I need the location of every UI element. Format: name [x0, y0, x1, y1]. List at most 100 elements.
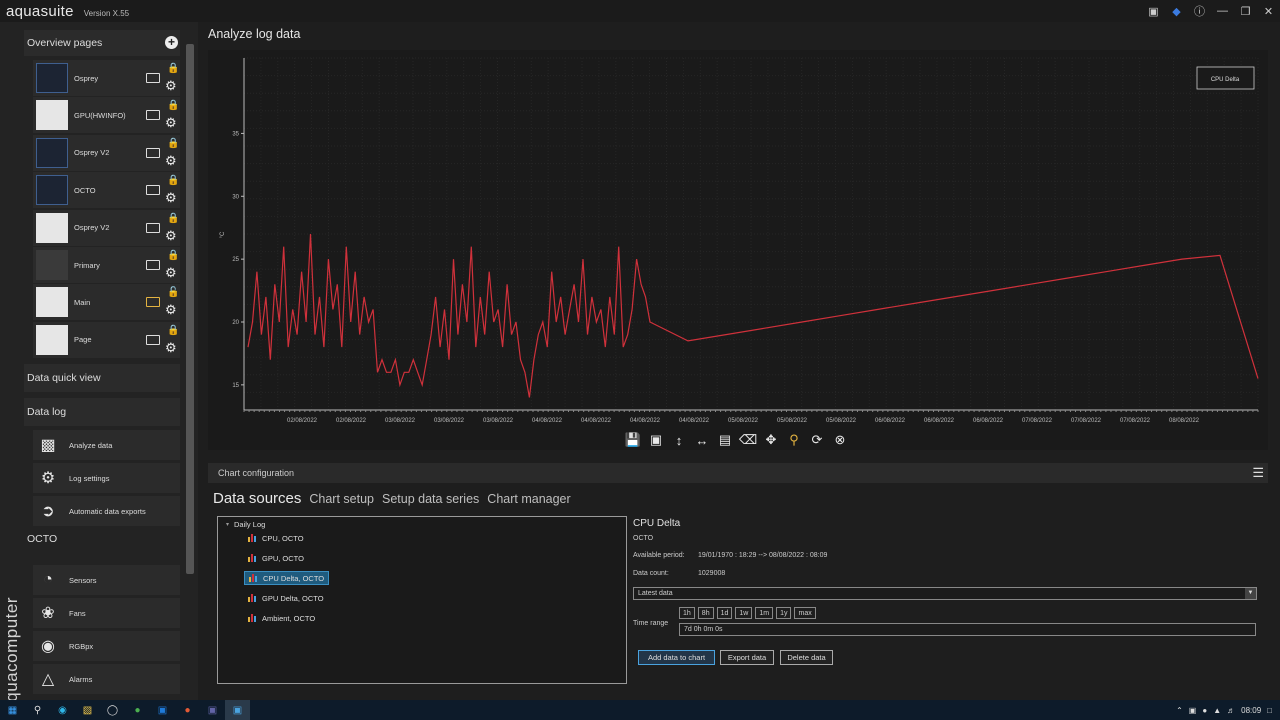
tree-root[interactable]: ▾ Daily Log: [226, 517, 265, 531]
windows-start-icon[interactable]: ▦: [0, 700, 25, 720]
tab-setup-data-series[interactable]: Setup data series: [382, 492, 479, 506]
document-icon[interactable]: ▤: [716, 431, 734, 449]
chart-svg[interactable]: 15 20 25 30 35 °C 02/08/2022 02/08/2022 03/08/20…: [208, 50, 1268, 430]
minimize-button[interactable]: —: [1211, 0, 1234, 22]
maximize-button[interactable]: ❐: [1234, 0, 1257, 22]
info-icon[interactable]: ⓘ: [1188, 0, 1211, 22]
lock-icon[interactable]: 🔒: [167, 175, 179, 186]
outlook-icon[interactable]: ▣: [150, 700, 175, 720]
monitor-icon[interactable]: [146, 110, 160, 121]
tree-item[interactable]: Ambient, OCTO: [248, 611, 315, 625]
monitor-icon[interactable]: [146, 185, 160, 196]
time-range-input[interactable]: 7d 0h 0m 0s: [679, 623, 1256, 636]
chrome-icon[interactable]: ●: [125, 700, 150, 720]
clear-icon[interactable]: ⌫: [739, 431, 757, 449]
teams-icon[interactable]: ▣: [200, 700, 225, 720]
gear-icon[interactable]: ⚙: [165, 190, 177, 206]
monitor-icon[interactable]: [146, 222, 160, 233]
time-1w-button[interactable]: 1w: [735, 607, 753, 619]
lock-icon[interactable]: 🔒: [167, 213, 179, 224]
close-button[interactable]: ✕: [1257, 0, 1280, 22]
chart-panel[interactable]: 15 20 25 30 35 °C 02/08/2022 02/08/2022 03/08/20…: [208, 50, 1268, 450]
tree-item[interactable]: CPU Delta, OCTO: [244, 571, 330, 585]
gear-icon[interactable]: ⚙: [165, 115, 177, 131]
lock-icon[interactable]: 🔒: [167, 250, 179, 261]
lock-icon[interactable]: 🔒: [167, 63, 179, 74]
data-log-header[interactable]: Data log: [24, 398, 180, 426]
gear-icon[interactable]: ⚙: [165, 302, 177, 318]
hamburger-menu-icon[interactable]: ☰: [1252, 465, 1264, 481]
pan-icon[interactable]: ✥: [762, 431, 780, 449]
microphone-icon[interactable]: ●: [1202, 706, 1207, 715]
monitor-icon[interactable]: [146, 260, 160, 270]
tree-item[interactable]: GPU Delta, OCTO: [248, 591, 324, 605]
lock-icon[interactable]: 🔒: [167, 138, 179, 149]
fit-horizontal-icon[interactable]: ↔: [693, 431, 711, 449]
time-1h-button[interactable]: 1h: [679, 607, 695, 619]
gear-icon[interactable]: ⚙: [165, 340, 177, 356]
monitor-icon[interactable]: [146, 297, 160, 308]
app-red-icon[interactable]: ●: [175, 700, 200, 720]
folder-icon[interactable]: ▧: [75, 700, 100, 720]
sidebar-item-overview-page[interactable]: GPU(HWINFO) 🔒 ⚙: [33, 97, 180, 134]
gear-icon[interactable]: ⚙: [165, 228, 177, 244]
tab-chart-setup[interactable]: Chart setup: [309, 492, 374, 506]
sidebar-item-automatic-data-exports[interactable]: ➲ Automatic data exports: [33, 496, 180, 526]
volume-icon[interactable]: ♬: [1227, 706, 1235, 715]
data-quick-view-header[interactable]: Data quick view: [24, 364, 180, 392]
time-1y-button[interactable]: 1y: [776, 607, 792, 619]
time-8h-button[interactable]: 8h: [697, 607, 714, 619]
sidebar-item-overview-page[interactable]: Primary 🔒 ⚙: [33, 247, 180, 283]
lock-icon[interactable]: 🔒: [167, 100, 179, 111]
sidebar-item-fans[interactable]: ❀ Fans: [33, 598, 180, 628]
sidebar-item-overview-page[interactable]: Page 🔒 ⚙: [33, 321, 180, 358]
tray-chevron-icon[interactable]: ⌃: [1176, 706, 1183, 715]
taskbar-clock[interactable]: 08:09: [1241, 706, 1261, 715]
camera-icon[interactable]: ▣: [647, 431, 665, 449]
lock-icon[interactable]: 🔒: [167, 325, 179, 336]
sidebar-item-overview-page[interactable]: Main 🔓 ⚙: [33, 284, 180, 321]
gear-icon[interactable]: ⚙: [165, 78, 177, 94]
export-data-button[interactable]: Export data: [720, 650, 774, 665]
monitor-icon[interactable]: [146, 334, 160, 345]
cube-icon[interactable]: ◆: [1165, 0, 1188, 22]
search-icon[interactable]: ⚲: [25, 700, 50, 720]
notification-icon[interactable]: □: [1267, 706, 1272, 715]
time-1m-button[interactable]: 1m: [755, 607, 774, 619]
sidebar-item-alarms[interactable]: △ Alarms: [33, 664, 180, 694]
close-circle-icon[interactable]: ⊗: [831, 431, 849, 449]
unlock-icon[interactable]: 🔓: [167, 287, 179, 298]
sidebar-item-log-settings[interactable]: ⚙ Log settings: [33, 463, 180, 493]
time-max-button[interactable]: max: [794, 607, 816, 619]
sidebar-scrollbar[interactable]: [186, 44, 194, 574]
network-icon[interactable]: ▣: [1189, 706, 1197, 715]
gear-icon[interactable]: ⚙: [165, 265, 177, 281]
sidebar-item-overview-page[interactable]: Osprey V2 🔒 ⚙: [33, 209, 180, 246]
data-mode-select[interactable]: Latest data ▼: [633, 587, 1257, 600]
monitor-icon[interactable]: [146, 73, 160, 83]
zoom-icon[interactable]: ⚲: [785, 431, 803, 449]
refresh-icon[interactable]: ⟳: [808, 431, 826, 449]
tab-data-sources[interactable]: Data sources: [213, 490, 301, 507]
tree-expander-icon[interactable]: ▾: [226, 521, 229, 528]
time-1d-button[interactable]: 1d: [716, 607, 733, 619]
sidebar-item-sensors[interactable]: ◔ Sensors: [33, 565, 180, 595]
tree-item[interactable]: GPU, OCTO: [248, 551, 304, 565]
sidebar-item-overview-page[interactable]: Osprey V2 🔒 ⚙: [33, 134, 180, 171]
tree-item[interactable]: CPU, OCTO: [248, 531, 304, 545]
wifi-icon[interactable]: ▲: [1213, 706, 1221, 715]
delete-data-button[interactable]: Delete data: [780, 650, 833, 665]
sidebar-item-analyze-data[interactable]: ▩ Analyze data: [33, 430, 180, 460]
aquasuite-taskbar-icon[interactable]: ▣: [225, 700, 250, 720]
save-icon[interactable]: 💾: [624, 431, 642, 449]
edge-icon[interactable]: ◉: [50, 700, 75, 720]
add-data-to-chart-button[interactable]: Add data to chart: [638, 650, 715, 665]
screenshot-icon[interactable]: ▣: [1142, 0, 1165, 22]
overview-pages-header[interactable]: Overview pages +: [24, 30, 180, 56]
monitor-icon[interactable]: [146, 147, 160, 158]
gear-icon[interactable]: ⚙: [165, 153, 177, 169]
sidebar-item-rgbpx[interactable]: ◉ RGBpx: [33, 631, 180, 661]
tab-chart-manager[interactable]: Chart manager: [487, 492, 570, 506]
octo-header[interactable]: OCTO: [24, 528, 180, 550]
settings-app-icon[interactable]: ◯: [100, 700, 125, 720]
